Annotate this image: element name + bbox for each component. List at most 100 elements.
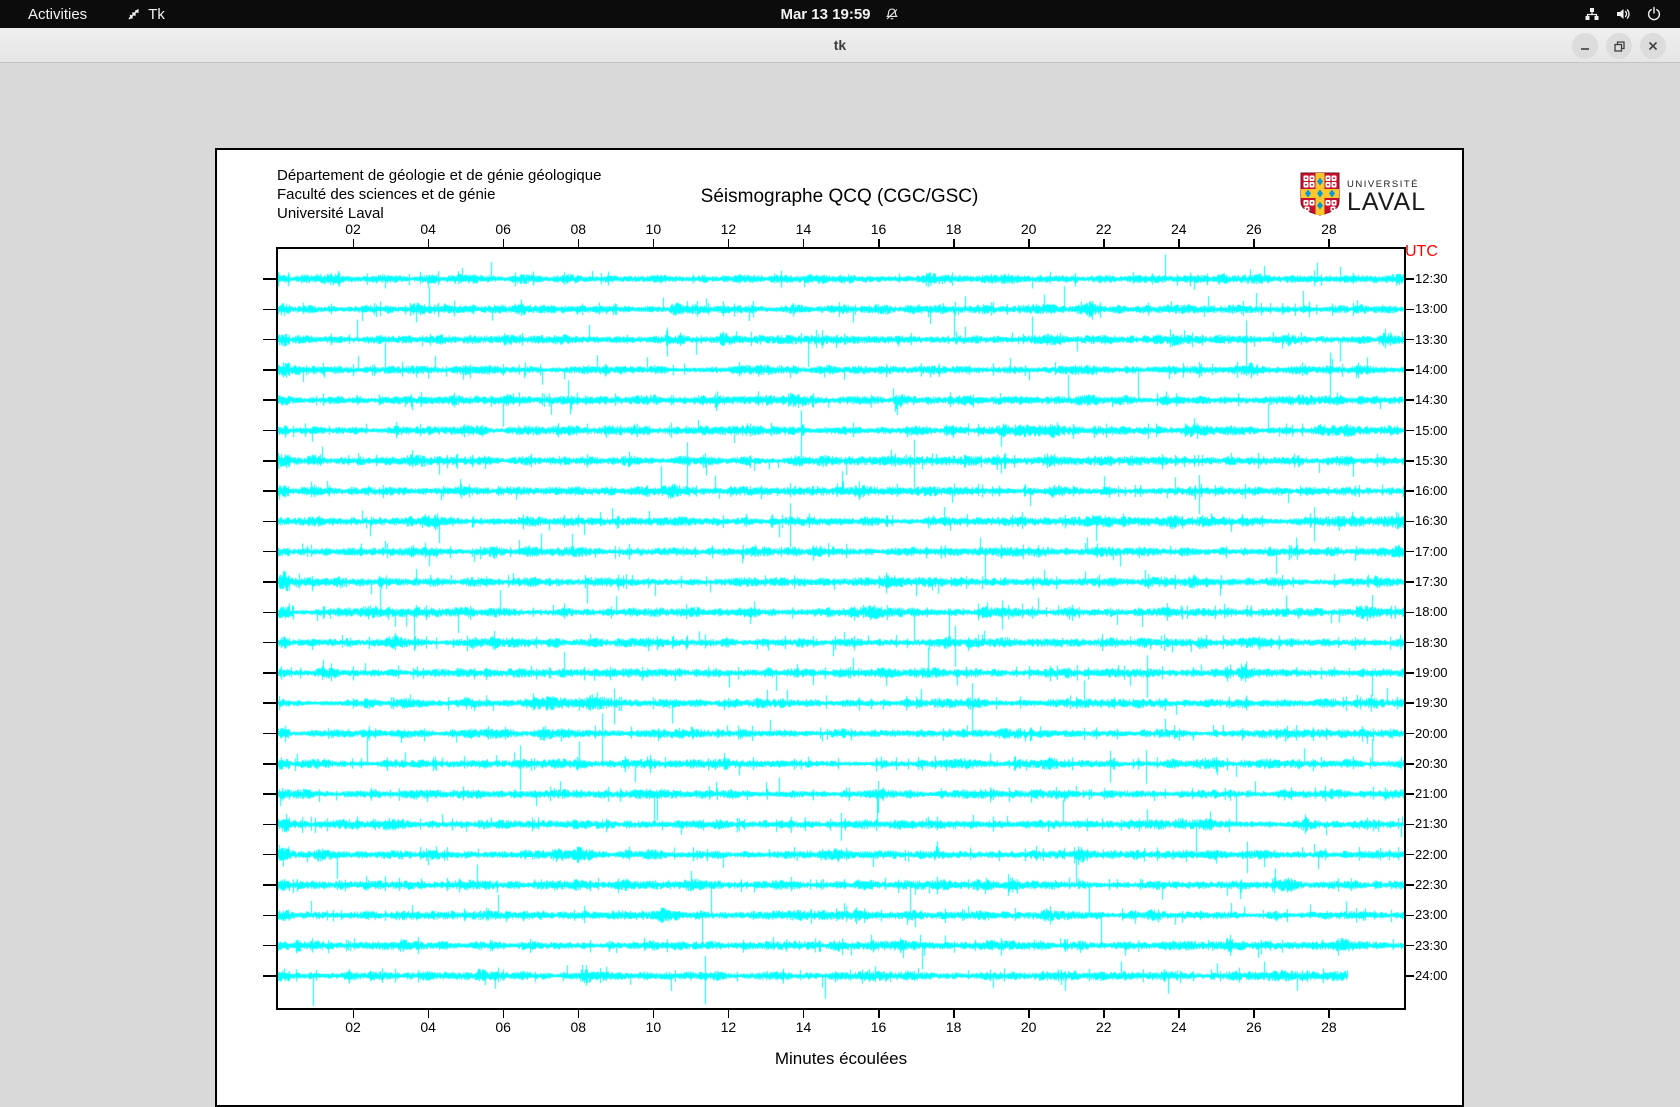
axis-tick xyxy=(1406,369,1414,371)
axis-tick xyxy=(263,793,276,795)
clock-area[interactable]: Mar 13 19:59 xyxy=(780,6,899,23)
activities-button[interactable]: Activities xyxy=(16,4,99,25)
time-label: 20:00 xyxy=(1415,725,1448,741)
axis-tick xyxy=(263,702,276,704)
x-tick-label-bottom: 06 xyxy=(495,1019,511,1035)
axis-tick xyxy=(577,239,580,247)
axis-tick xyxy=(727,1010,730,1018)
axis-tick xyxy=(1406,611,1414,614)
axis-tick xyxy=(263,550,276,553)
time-label: 13:00 xyxy=(1415,301,1448,317)
x-tick-label-bottom: 22 xyxy=(1095,1019,1112,1035)
bell-slash-icon xyxy=(885,7,900,22)
time-label: 16:30 xyxy=(1415,513,1448,529)
axis-tick xyxy=(1406,581,1414,583)
x-tick-label-top: 24 xyxy=(1171,221,1187,237)
axis-tick xyxy=(263,399,276,401)
x-tick-label-bottom: 18 xyxy=(945,1019,962,1035)
x-tick-label-top: 10 xyxy=(645,221,662,237)
axis-tick xyxy=(1103,239,1105,247)
time-label: 14:00 xyxy=(1415,361,1448,377)
x-tick-label-bottom: 08 xyxy=(570,1019,587,1035)
x-tick-label-bottom: 10 xyxy=(645,1019,662,1035)
axis-tick xyxy=(263,914,276,917)
close-button[interactable] xyxy=(1640,33,1666,59)
tk-app-indicator[interactable]: Tk xyxy=(127,6,165,23)
axis-tick xyxy=(1406,884,1414,886)
axis-tick xyxy=(263,763,276,765)
axis-tick xyxy=(1406,732,1414,735)
axis-tick xyxy=(1406,460,1414,462)
axis-tick xyxy=(1406,308,1414,311)
axis-tick xyxy=(263,884,276,886)
power-icon xyxy=(1646,6,1662,22)
axis-tick xyxy=(802,1010,805,1018)
axis-tick xyxy=(1406,853,1414,856)
universite-laval-logo: UNIVERSITÉ LAVAL xyxy=(1300,172,1426,221)
system-status-area[interactable] xyxy=(1578,0,1668,28)
axis-tick xyxy=(1406,763,1414,765)
axis-tick xyxy=(1406,490,1414,492)
axis-tick xyxy=(1103,1010,1105,1018)
time-label: 14:30 xyxy=(1415,392,1448,408)
axis-tick xyxy=(1406,399,1414,401)
x-tick-label-bottom: 28 xyxy=(1321,1019,1337,1035)
axis-tick xyxy=(878,1010,880,1018)
x-tick-label-top: 02 xyxy=(345,221,361,237)
x-tick-label-top: 20 xyxy=(1020,221,1037,237)
x-tick-label-bottom: 16 xyxy=(870,1019,887,1035)
axis-tick xyxy=(263,853,276,856)
axis-tick xyxy=(263,944,276,947)
x-tick-label-bottom: 02 xyxy=(345,1019,361,1035)
axis-tick xyxy=(1406,641,1414,644)
close-icon xyxy=(1648,41,1658,51)
axis-tick xyxy=(1406,975,1414,977)
institution-line-1: Département de géologie et de génie géol… xyxy=(277,167,602,184)
tk-app-label: Tk xyxy=(148,5,165,23)
axis-tick xyxy=(263,278,276,280)
axis-tick xyxy=(427,1010,430,1018)
window-titlebar[interactable]: tk xyxy=(0,28,1680,63)
axis-tick xyxy=(1406,823,1414,826)
time-label: 15:30 xyxy=(1415,452,1448,468)
axis-tick xyxy=(502,1010,505,1018)
axis-tick xyxy=(502,239,505,247)
axis-tick xyxy=(263,672,276,674)
axis-tick xyxy=(263,338,276,341)
window-controls xyxy=(1572,33,1666,59)
laval-shield-icon xyxy=(1300,172,1340,221)
axis-tick xyxy=(427,239,430,247)
axis-tick xyxy=(878,239,880,247)
seismogram-traces xyxy=(278,249,1404,1008)
axis-tick xyxy=(263,611,276,614)
x-tick-label-bottom: 20 xyxy=(1020,1019,1037,1035)
axis-tick xyxy=(1253,239,1255,247)
axis-tick xyxy=(1178,239,1180,247)
network-icon xyxy=(1584,6,1600,22)
x-tick-label-top: 16 xyxy=(870,221,887,237)
x-tick-label-top: 26 xyxy=(1246,221,1262,237)
tk-window-body: Département de géologie et de génie géol… xyxy=(0,64,1680,1107)
axis-tick xyxy=(1253,1010,1255,1018)
time-label: 21:30 xyxy=(1415,816,1448,832)
axis-tick xyxy=(1406,672,1414,674)
maximize-button[interactable] xyxy=(1606,33,1632,59)
axis-tick xyxy=(352,1010,355,1018)
time-label: 19:00 xyxy=(1415,664,1448,680)
axis-tick xyxy=(1406,793,1414,795)
time-label: 13:30 xyxy=(1415,331,1448,347)
axis-tick xyxy=(1028,1010,1030,1018)
axis-tick xyxy=(652,239,655,247)
axis-tick xyxy=(263,581,276,583)
volume-icon xyxy=(1615,6,1631,22)
x-tick-label-top: 18 xyxy=(945,221,962,237)
axis-tick xyxy=(1406,944,1414,947)
time-label: 18:00 xyxy=(1415,604,1448,620)
minimize-button[interactable] xyxy=(1572,33,1598,59)
x-tick-label-bottom: 12 xyxy=(720,1019,737,1035)
axis-tick xyxy=(1406,914,1414,917)
axis-tick xyxy=(1328,239,1330,247)
seismograph-canvas: Département de géologie et de génie géol… xyxy=(215,148,1464,1107)
axis-tick xyxy=(263,429,276,432)
time-label: 18:30 xyxy=(1415,634,1448,650)
